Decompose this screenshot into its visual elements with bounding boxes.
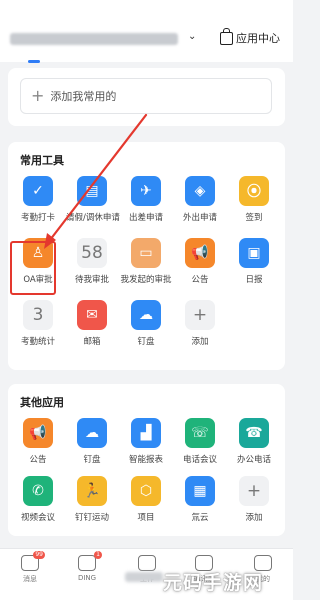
app-label: 外出申请: [182, 213, 217, 223]
app-label: 钉钉运动: [74, 513, 109, 523]
tab-message[interactable]: 99 消息: [10, 551, 50, 584]
active-indicator: [28, 60, 40, 63]
unread-badge: 99: [33, 551, 45, 559]
app-label: 视频会议: [20, 513, 55, 523]
app-label: 签到: [245, 213, 263, 223]
count-icon: 58: [77, 238, 107, 268]
add-favorite-button[interactable]: + 添加我常用的: [20, 78, 272, 114]
app-label: 邮箱: [83, 337, 101, 347]
app-tile-outing[interactable]: ◈ 外出申请: [174, 176, 226, 223]
app-label: 考勤统计: [20, 337, 55, 347]
message-icon: 99: [21, 551, 45, 571]
count-icon: 3: [23, 300, 53, 330]
tab-label: 消息: [23, 575, 37, 583]
app-tile-location-check[interactable]: ✓ 考勤打卡: [12, 176, 64, 223]
top-bar: ⌄ 应用中心: [0, 0, 293, 63]
app-tile-cloud-disk[interactable]: ☁ 钉盘: [66, 418, 118, 465]
app-label: 日报: [245, 275, 263, 285]
location-check-icon: ✓: [23, 176, 53, 206]
unread-badge: 1: [94, 551, 102, 559]
app-tile-count[interactable]: 58 待我审批: [66, 238, 118, 285]
airplane-icon: ✈: [131, 176, 161, 206]
app-center-button[interactable]: 应用中心: [220, 27, 280, 46]
bar-chart-icon: ▟: [131, 418, 161, 448]
app-tile-running[interactable]: 🏃 钉钉运动: [66, 476, 118, 523]
cloud-disk-icon: ☁: [77, 418, 107, 448]
tab-label-blurred: [125, 572, 163, 582]
app-label: 电话会议: [182, 455, 217, 465]
app-tile-airplane[interactable]: ✈ 出差申请: [120, 176, 172, 223]
app-label: 出差申请: [128, 213, 163, 223]
app-label: 智能报表: [128, 455, 163, 465]
conference-call-icon: ☏: [185, 418, 215, 448]
app-label: 添加: [191, 337, 209, 347]
shopping-bag-icon: [220, 27, 233, 45]
daily-report-icon: ▣: [239, 238, 269, 268]
cloud-disk-icon: ☁: [131, 300, 161, 330]
tab-ding[interactable]: 1 DING: [67, 551, 107, 582]
app-tile-video-call[interactable]: ✆ 视频会议: [12, 476, 64, 523]
work-icon: [138, 555, 156, 571]
app-label: 办公电话: [236, 455, 271, 465]
add-favorite-label: 添加我常用的: [50, 90, 117, 103]
app-label: 氚云: [191, 513, 209, 523]
checkin-pin-icon: ⦿: [239, 176, 269, 206]
oa-approval-highlight-box: [10, 241, 56, 295]
add-icon: +: [239, 476, 269, 506]
app-label: 公告: [191, 275, 209, 285]
tritium-cloud-icon: ▦: [185, 476, 215, 506]
office-phone-icon: ☎: [239, 418, 269, 448]
app-tile-megaphone[interactable]: 📢 公告: [12, 418, 64, 465]
document-icon: ▭: [131, 238, 161, 268]
add-icon: +: [185, 300, 215, 330]
app-center-label: 应用中心: [236, 32, 280, 45]
app-tile-bar-chart[interactable]: ▟ 智能报表: [120, 418, 172, 465]
app-label: 公告: [29, 455, 47, 465]
app-tile-conference-call[interactable]: ☏ 电话会议: [174, 418, 226, 465]
site-watermark: 元码手游网: [163, 572, 264, 594]
app-tile-cloud-disk[interactable]: ☁ 钉盘: [120, 300, 172, 347]
app-tile-count[interactable]: 3 考勤统计: [12, 300, 64, 347]
app-label: 钉盘: [137, 337, 155, 347]
other-apps-card: 其他应用 📢 公告 ☁ 钉盘 ▟ 智能报表 ☏ 电话会议 ☎ 办公电话 ✆ 视频会议 🏃 钉钉运动 ⬡ 项目 ▦…: [8, 384, 285, 536]
favorites-card: + 添加我常用的: [8, 68, 285, 126]
megaphone-icon: 📢: [23, 418, 53, 448]
app-tile-calendar-leave[interactable]: ▤ 请假/调休申请: [66, 176, 120, 223]
ding-icon: 1: [78, 551, 102, 571]
megaphone-icon: 📢: [185, 238, 215, 268]
calendar-leave-icon: ▤: [77, 176, 107, 206]
app-tile-daily-report[interactable]: ▣ 日报: [228, 238, 280, 285]
app-tile-office-phone[interactable]: ☎ 办公电话: [228, 418, 280, 465]
section-title-other-apps: 其他应用: [20, 396, 64, 409]
video-call-icon: ✆: [23, 476, 53, 506]
app-tile-document[interactable]: ▭ 我发起的审批: [120, 238, 172, 285]
app-tile-tritium-cloud[interactable]: ▦ 氚云: [174, 476, 226, 523]
outing-icon: ◈: [185, 176, 215, 206]
app-tile-project-hexagon[interactable]: ⬡ 项目: [120, 476, 172, 523]
app-tile-mail[interactable]: ✉ 邮箱: [66, 300, 118, 347]
plus-icon: +: [31, 86, 45, 105]
organization-name-blurred[interactable]: [10, 33, 178, 45]
app-tile-checkin-pin[interactable]: ⦿ 签到: [228, 176, 280, 223]
tab-label: DING: [77, 574, 97, 582]
mail-icon: ✉: [77, 300, 107, 330]
app-tile-add[interactable]: + 添加: [174, 300, 226, 347]
app-label: 添加: [245, 513, 263, 523]
app-tile-add[interactable]: + 添加: [228, 476, 280, 523]
app-tile-megaphone[interactable]: 📢 公告: [174, 238, 226, 285]
app-label: 项目: [137, 513, 155, 523]
project-hexagon-icon: ⬡: [131, 476, 161, 506]
app-label: 请假/调休申请: [66, 213, 120, 223]
app-label: 待我审批: [74, 275, 109, 285]
running-icon: 🏃: [77, 476, 107, 506]
app-label: 我发起的审批: [120, 275, 172, 285]
chevron-down-icon[interactable]: ⌄: [188, 31, 196, 42]
app-label: 钉盘: [83, 455, 101, 465]
app-label: 考勤打卡: [20, 213, 55, 223]
section-title-common-tools: 常用工具: [20, 154, 64, 167]
